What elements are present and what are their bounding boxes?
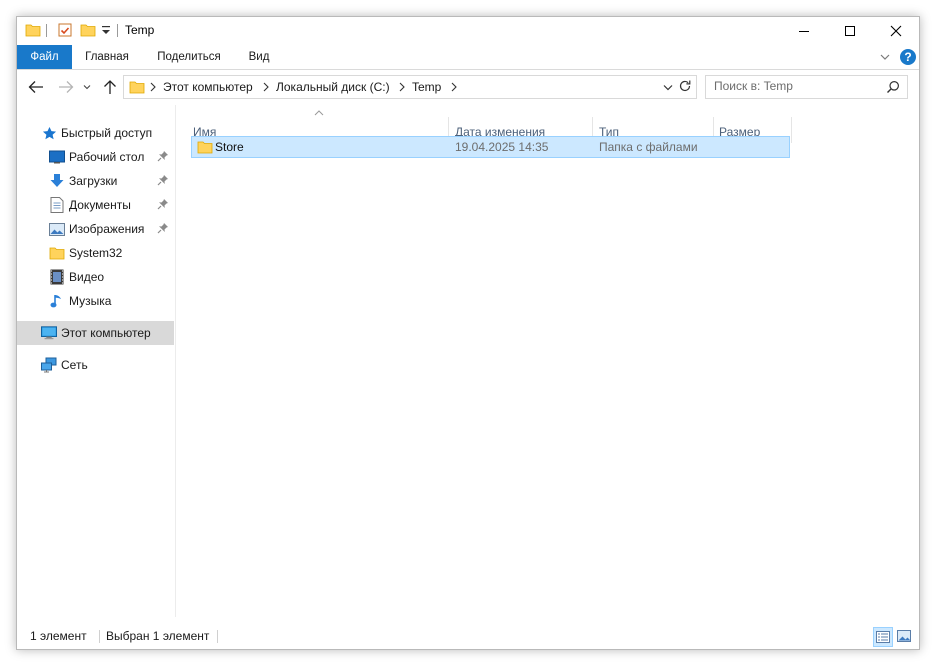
videos-icon [49,269,65,285]
status-separator [99,630,100,643]
nav-item-label: Изображения [69,222,145,236]
svg-text:?: ? [904,50,911,64]
nav-item-music[interactable]: Музыка [17,289,174,313]
star-icon [41,125,57,141]
desktop-icon [49,149,65,165]
status-bar: 1 элемент Выбран 1 элемент [17,623,919,649]
search-icon[interactable] [886,80,900,97]
maximize-icon [845,26,855,36]
tab-share[interactable]: Поделиться [149,45,229,69]
close-icon [890,25,902,37]
documents-icon [49,197,65,213]
tab-view[interactable]: Вид [239,45,279,69]
pin-icon [157,150,169,165]
music-icon [49,293,65,309]
folder-icon [129,79,145,98]
large-icons-view-icon [897,630,911,642]
downloads-icon [49,173,65,189]
nav-item-network[interactable]: Сеть [17,353,174,377]
pictures-icon [49,221,65,237]
nav-item-label: Этот компьютер [61,326,151,340]
nav-item-label: Документы [69,198,131,212]
pin-icon [157,198,169,213]
pin-icon [157,174,169,189]
window-title: Temp [125,23,155,37]
customize-dropdown-icon[interactable] [101,24,111,39]
up-arrow-icon [104,80,116,94]
nav-item-documents[interactable]: Документы [17,193,174,217]
forward-arrow-icon [59,81,74,93]
status-item-count: 1 элемент [30,629,87,643]
breadcrumb-temp[interactable]: Temp [412,80,441,94]
nav-item-downloads[interactable]: Загрузки [17,169,174,193]
ribbon-divider [17,69,919,70]
nav-item-pictures[interactable]: Изображения [17,217,174,241]
toolbar-separator [46,24,47,37]
ribbon-expand-chevron-down-icon[interactable] [879,51,891,66]
breadcrumb-chevron-icon[interactable] [450,81,458,95]
nav-item-label: Загрузки [69,174,118,188]
refresh-icon[interactable] [678,79,692,96]
nav-item-label: Рабочий стол [69,150,145,164]
status-selection-count: Выбран 1 элемент [106,629,210,643]
new-folder-icon[interactable] [80,22,96,41]
nav-item-quick-access[interactable]: Быстрый доступ [17,121,174,145]
folder-icon [197,139,213,158]
column-divider[interactable] [791,117,792,143]
breadcrumb-this-pc[interactable]: Этот компьютер [163,80,253,94]
breadcrumb-chevron-icon[interactable] [398,81,406,95]
maximize-button[interactable] [827,17,873,45]
minimize-button[interactable] [781,17,827,45]
pin-icon [157,222,169,237]
large-icons-view-button[interactable] [895,627,913,645]
forward-button[interactable] [55,77,77,97]
back-arrow-icon [28,81,43,93]
nav-item-videos[interactable]: Видео [17,265,174,289]
properties-icon[interactable] [57,22,73,41]
close-button[interactable] [873,17,919,45]
details-view-icon [876,631,890,643]
chevron-down-icon [83,85,91,90]
nav-item-desktop[interactable]: Рабочий стол [17,145,174,169]
file-type: Папка с файлами [599,140,698,154]
breadcrumb-chevron-icon[interactable] [262,81,270,95]
breadcrumb-local-disk[interactable]: Локальный диск (C:) [276,80,390,94]
network-icon [41,357,57,373]
nav-item-label: Музыка [69,294,112,308]
search-input[interactable] [706,76,884,96]
status-separator [217,630,218,643]
folder-icon [25,22,41,41]
nav-item-label: Быстрый доступ [61,126,153,140]
search-box[interactable] [705,75,908,99]
up-button[interactable] [99,77,121,97]
ribbon-tabs: Файл Главная Поделиться Вид ? [17,45,919,69]
breadcrumb-chevron-icon[interactable] [149,81,157,95]
nav-item-label: Видео [69,270,105,284]
title-bar: Temp [17,17,919,45]
tab-home[interactable]: Главная [75,45,139,69]
nav-item-label: System32 [69,246,123,260]
minimize-icon [799,31,809,32]
back-button[interactable] [25,77,47,97]
computer-icon [41,325,57,341]
nav-item-this-pc[interactable]: Этот компьютер [17,321,174,345]
address-dropdown-chevron-down-icon[interactable] [662,82,674,96]
address-bar[interactable]: Этот компьютер Локальный диск (C:) Temp [123,75,697,99]
tab-file[interactable]: Файл [17,45,72,69]
navigation-pane: Быстрый доступ Рабочий стол Загрузки Док… [17,105,176,617]
help-icon[interactable]: ? [899,48,917,69]
details-view-button[interactable] [873,627,893,647]
table-row[interactable]: Store 19.04.2025 14:35 Папка с файлами [191,136,790,158]
toolbar-separator [117,24,118,37]
explorer-window: Temp Файл Главная Поделиться Вид ? Этот … [16,16,920,650]
recent-locations-button[interactable] [79,77,95,97]
nav-item-label: Сеть [61,358,88,372]
nav-item-system32[interactable]: System32 [17,241,174,265]
file-date-modified: 19.04.2025 14:35 [455,140,549,154]
file-name[interactable]: Store [215,140,244,154]
folder-icon [49,245,65,261]
